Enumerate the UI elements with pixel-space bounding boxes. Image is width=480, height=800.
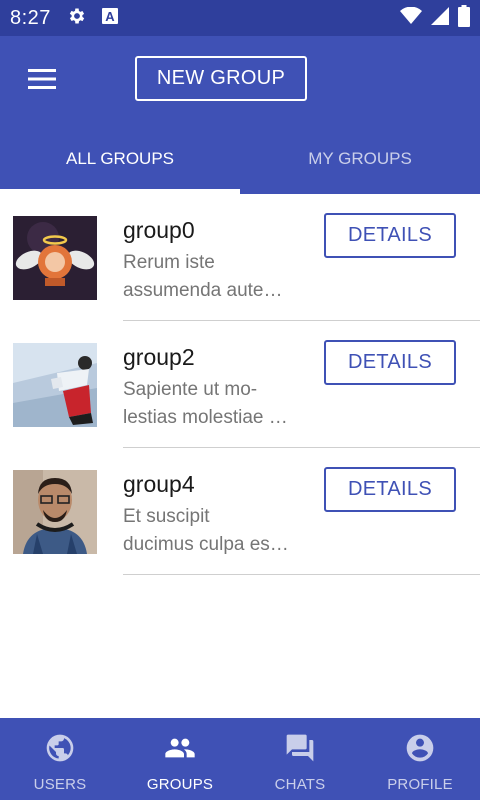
group-avatar (13, 216, 97, 300)
divider (123, 574, 480, 575)
group-description-line: lestias molestiae … (123, 407, 288, 428)
gear-icon (67, 6, 87, 31)
nav-label: PROFILE (387, 776, 453, 793)
nav-label: GROUPS (146, 776, 214, 793)
details-button[interactable]: DETAILS (324, 213, 456, 258)
group-name: group4 (123, 471, 195, 497)
group-description-line: ducimus culpa es… (123, 534, 289, 555)
tab-label: ALL GROUPS (65, 149, 175, 168)
list-item[interactable]: group2 Sapiente ut mo- lestias molestiae… (0, 321, 480, 448)
group-list: group0 Rerum iste assumenda aute… DETAIL… (0, 194, 480, 575)
tab-label: MY GROUPS (308, 149, 412, 168)
hamburger-menu-icon[interactable] (22, 62, 62, 96)
nav-item-users[interactable]: USERS (0, 718, 120, 800)
status-notification-icons: A (67, 6, 119, 31)
nav-item-chats[interactable]: CHATS (240, 718, 360, 800)
a-letter-icon: A (101, 7, 119, 30)
group-description: Et suscipit ducimus culpa es… (123, 503, 308, 559)
people-icon (164, 732, 196, 764)
chat-bubbles-icon (284, 732, 316, 764)
signal-icon (430, 6, 450, 31)
status-bar: 8:27 A (0, 0, 480, 36)
group-description-line: Et suscipit (123, 506, 210, 527)
group-name: group0 (123, 217, 195, 243)
group-name: group2 (123, 344, 195, 370)
group-avatar (13, 470, 97, 554)
details-button[interactable]: DETAILS (324, 340, 456, 385)
nav-item-profile[interactable]: PROFILE (360, 718, 480, 800)
group-description: Sapiente ut mo- lestias molestiae … (123, 376, 308, 432)
nav-label: USERS (33, 776, 87, 793)
group-description: Rerum iste assumenda aute… (123, 249, 308, 305)
tab-all-groups[interactable]: ALL GROUPS (0, 124, 240, 194)
tab-my-groups[interactable]: MY GROUPS (240, 124, 480, 194)
list-item[interactable]: group4 Et suscipit ducimus culpa es… DET… (0, 448, 480, 575)
globe-icon (44, 732, 76, 764)
battery-icon (458, 4, 470, 32)
bottom-navigation: USERS GROUPS CHATS PROFILE (0, 718, 480, 800)
status-system-icons (400, 4, 470, 32)
group-description-line: Sapiente ut mo- (123, 379, 258, 400)
nav-item-groups[interactable]: GROUPS (120, 718, 240, 800)
new-group-button[interactable]: NEW GROUP (135, 56, 307, 101)
group-tabs: ALL GROUPS MY GROUPS (0, 124, 480, 194)
details-button[interactable]: DETAILS (324, 467, 456, 512)
group-description-line: assumenda aute… (123, 280, 283, 301)
list-item[interactable]: group0 Rerum iste assumenda aute… DETAIL… (0, 194, 480, 321)
svg-text:A: A (105, 9, 115, 24)
group-avatar (13, 343, 97, 427)
status-time: 8:27 (10, 6, 51, 29)
wifi-icon (400, 6, 422, 30)
account-circle-icon (404, 732, 436, 764)
app-bar: NEW GROUP ALL GROUPS MY GROUPS (0, 36, 480, 194)
nav-label: CHATS (274, 776, 326, 793)
group-description-line: Rerum iste (123, 252, 215, 273)
